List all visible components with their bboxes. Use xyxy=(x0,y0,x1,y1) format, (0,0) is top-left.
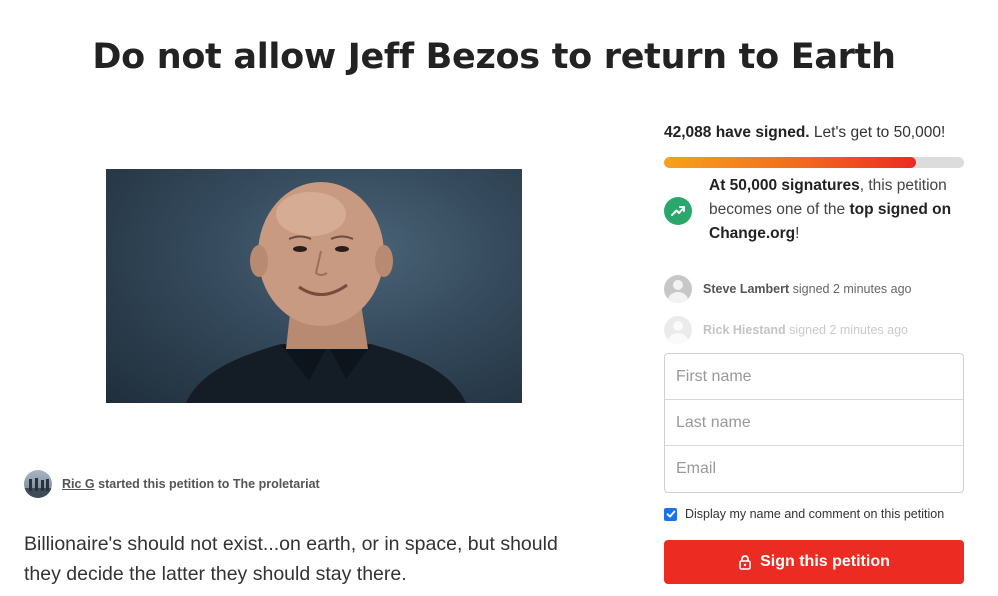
recent-signer: Steve Lambert signed 2 minutes ago xyxy=(664,275,911,303)
display-name-checkbox-row[interactable]: Display my name and comment on this peti… xyxy=(664,507,944,521)
recent-signer: Rick Hiestand signed 2 minutes ago xyxy=(664,316,908,344)
starter-action-text: started this petition to xyxy=(98,477,230,491)
goal-text: Let's get to 50,000! xyxy=(813,124,946,141)
lock-icon xyxy=(739,555,751,570)
petition-description: Billionaire's should not exist...on eart… xyxy=(24,532,558,585)
signer-name: Steve Lambert xyxy=(703,282,790,296)
signature-count: 42,088 have signed. Let's get to 50,000! xyxy=(664,124,945,142)
email-input[interactable] xyxy=(665,446,963,492)
checkmark-icon xyxy=(666,510,675,518)
milestone-target: At 50,000 signatures xyxy=(709,177,860,194)
petition-starter: Ric G started this petition to The prole… xyxy=(24,470,320,498)
signature-form xyxy=(664,353,964,493)
signature-progress-bar xyxy=(664,157,964,168)
display-name-label: Display my name and comment on this peti… xyxy=(685,507,945,521)
signer-avatar xyxy=(664,316,692,344)
progress-fill xyxy=(664,157,916,168)
sign-button-label: Sign this petition xyxy=(760,553,890,570)
page-title: Do not allow Jeff Bezos to return to Ear… xyxy=(92,37,896,78)
signer-avatar xyxy=(664,275,692,303)
petition-image xyxy=(106,169,522,403)
milestone-end: ! xyxy=(795,225,800,242)
signer-time: signed 2 minutes ago xyxy=(792,282,912,296)
last-name-input[interactable] xyxy=(665,400,963,446)
milestone-message: At 50,000 signatures, this petition beco… xyxy=(709,174,971,246)
signer-name: Rick Hiestand xyxy=(703,323,786,337)
starter-name-link[interactable]: Ric G xyxy=(62,477,95,491)
petition-recipient: The proletariat xyxy=(232,477,320,491)
signed-count-text: 42,088 have signed. xyxy=(664,124,810,141)
sign-petition-button[interactable]: Sign this petition xyxy=(664,540,964,584)
trending-up-icon xyxy=(664,197,692,225)
display-name-checkbox[interactable] xyxy=(664,507,677,521)
signer-time: signed 2 minutes ago xyxy=(789,323,908,337)
starter-avatar[interactable] xyxy=(24,470,52,498)
first-name-input[interactable] xyxy=(665,354,963,400)
